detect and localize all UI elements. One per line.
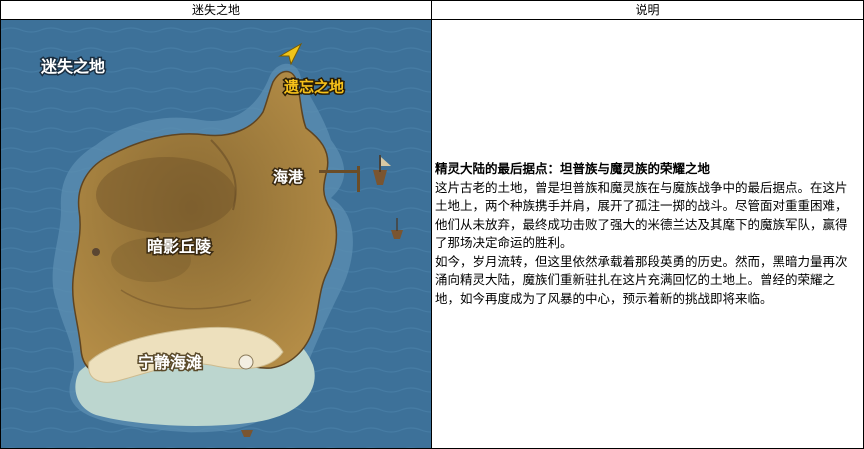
region-name-label: 迷失之地 [40, 57, 105, 76]
region-map[interactable]: 迷失之地 遗忘之地 海港 暗影丘陵 宁静海滩 [1, 20, 431, 448]
description-cell: 精灵大陆的最后据点：坦普族与魔灵族的荣耀之地 这片古老的土地，曾是坦普族和魔灵族… [431, 19, 864, 449]
map-cell: 迷失之地 遗忘之地 海港 暗影丘陵 宁静海滩 [0, 19, 432, 449]
hills-shadow [96, 157, 236, 233]
description-title: 精灵大陆的最后据点：坦普族与魔灵族的荣耀之地 [435, 161, 711, 176]
area-label-tranquil-beach: 宁静海滩 [138, 353, 202, 372]
header-description-title: 说明 [431, 0, 864, 20]
area-label-shadow-hills: 暗影丘陵 [147, 237, 212, 256]
description-paragraph-1: 这片古老的土地，曾是坦普族和魔灵族在与魔族战争中的最后据点。在这片土地上，两个种… [435, 179, 848, 251]
harbor-pier-post [357, 166, 360, 192]
harbor-pier [319, 170, 359, 173]
description-block: 精灵大陆的最后据点：坦普族与魔灵族的荣耀之地 这片古老的土地，曾是坦普族和魔灵族… [432, 160, 863, 308]
header-map-title: 迷失之地 [0, 0, 432, 20]
area-label-harbor: 海港 [273, 168, 304, 186]
info-table: 迷失之地 说明 迷失之地 遗忘之地 海港 暗影丘陵 宁静海滩 精灵大陆的最后据点… [0, 0, 864, 449]
camp-icon [238, 354, 254, 370]
ruin-icon [92, 248, 100, 256]
marker-label: 遗忘之地 [283, 78, 344, 96]
description-paragraph-2: 如今，岁月流转，但这里依然承载着那段英勇的历史。然而，黑暗力量再次涌向精灵大陆，… [435, 253, 848, 306]
